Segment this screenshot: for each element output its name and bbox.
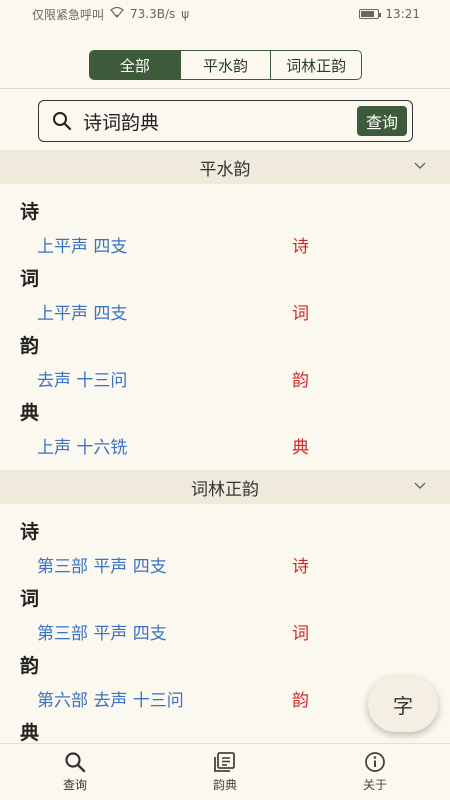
char-heading: 诗 [20,521,40,543]
nav-label-about: 关于 [362,778,387,792]
tab-all[interactable]: 全部 [90,51,181,79]
divider [0,88,450,89]
nav-item-about[interactable]: 关于 [300,744,450,800]
rhyme-char: 诗 [292,556,309,577]
search-button[interactable]: 查询 [356,106,407,136]
section-title: 词林正韵 [191,479,259,500]
status-right: 13:21 [359,7,420,21]
rhyme-row[interactable]: 第三部 平声 四支 诗 [0,547,450,581]
book-icon [213,751,237,773]
char-heading: 诗 [20,201,40,223]
rhyme-category: 去声 十三问 [37,370,128,391]
chevron-down-icon [414,162,426,169]
section-body-pingshuiyun: 诗 上平声 四支 诗 词 上平声 四支 词 韵 去声 十三问 韵 典 上声 十六… [0,184,450,470]
section-header-pingshuiyun[interactable]: 平水韵 [0,150,450,184]
tab-cilinzhengyun[interactable]: 词林正韵 [271,51,361,79]
search-bar: 查询 [38,100,413,142]
carrier-text: 仅限紧急呼叫 [32,7,105,22]
rhyme-category: 上平声 四支 [37,236,128,257]
char-heading: 韵 [20,655,40,677]
char-heading: 典 [20,402,40,424]
search-icon [51,110,73,132]
rhyme-category: 第六部 去声 十三问 [37,690,184,711]
status-left: 仅限紧急呼叫 73.3B/s ψ [32,6,189,23]
char-heading: 词 [20,268,40,290]
status-bar: 仅限紧急呼叫 73.3B/s ψ 13:21 [0,0,450,28]
info-icon [363,751,387,773]
character-fab-button[interactable]: 字 [368,676,438,732]
rhyme-row[interactable]: 上平声 四支 诗 [0,227,450,261]
wifi-icon [110,6,124,21]
char-heading: 词 [20,588,40,610]
bottom-nav: 查询 韵典 关于 [0,743,450,800]
rhyme-category: 第三部 平声 四支 [37,623,167,644]
char-heading: 韵 [20,335,40,357]
search-input[interactable] [73,110,357,132]
dictionary-filter-tabs: 全部 平水韵 词林正韵 [89,50,362,80]
rhyme-char: 韵 [292,370,309,391]
battery-icon [359,9,382,19]
nav-item-dictionary[interactable]: 韵典 [150,744,300,800]
rhyme-category: 上声 十六铣 [37,437,128,458]
search-icon [63,751,87,773]
rhyme-row[interactable]: 第三部 平声 四支 词 [0,614,450,648]
section-header-cilinzhengyun[interactable]: 词林正韵 [0,470,450,504]
section-title: 平水韵 [199,159,251,180]
rhyme-char: 典 [292,437,309,458]
rhyme-row[interactable]: 去声 十三问 韵 [0,361,450,395]
usb-icon: ψ [181,7,190,21]
rhyme-row[interactable]: 上声 十六铣 典 [0,428,450,462]
rhyme-char: 词 [292,623,309,644]
status-time: 13:21 [385,7,420,21]
rhyme-row[interactable]: 上平声 四支 词 [0,294,450,328]
nav-label-search: 查询 [62,778,87,792]
network-speed: 73.3B/s [130,7,176,21]
rhyme-category: 第三部 平声 四支 [37,556,167,577]
tab-pingshuiyun[interactable]: 平水韵 [181,51,272,79]
rhyme-category: 上平声 四支 [37,303,128,324]
rhyme-char: 词 [292,303,309,324]
nav-label-dictionary: 韵典 [212,778,237,792]
nav-item-search[interactable]: 查询 [0,744,150,800]
results-list[interactable]: 平水韵 诗 上平声 四支 诗 词 上平声 四支 词 韵 去声 十三问 韵 典 上… [0,150,450,743]
rhyme-char: 韵 [292,690,309,711]
rhyme-char: 诗 [292,236,309,257]
chevron-down-icon [414,482,426,489]
